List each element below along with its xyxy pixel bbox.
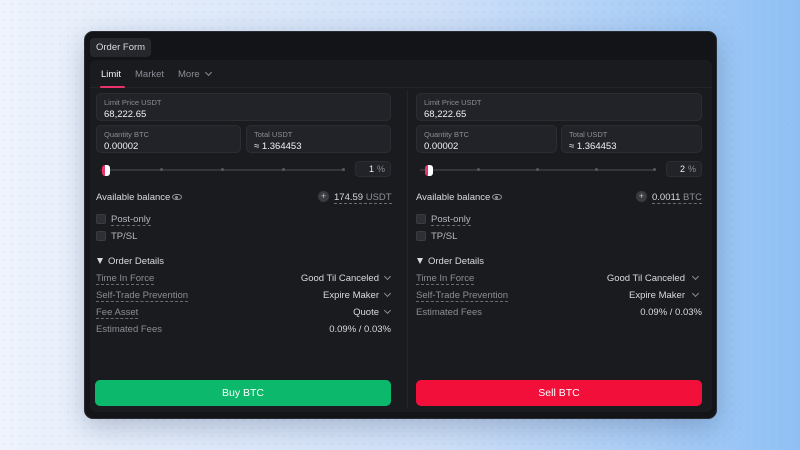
slider-step-dot — [282, 168, 285, 171]
post-only-label[interactable]: Post-only — [431, 214, 471, 226]
buy-quantity-label: Quantity BTC — [104, 130, 150, 139]
sell-quantity-label: Quantity BTC — [424, 130, 470, 139]
buy-time-in-force-label: Time In Force — [96, 273, 155, 285]
sell-stp-label: Self-Trade Prevention — [416, 290, 509, 302]
buy-limit-price-field[interactable]: Limit Price USDT 68,222.65 — [96, 93, 391, 121]
sell-stp-select[interactable]: Expire Maker — [629, 290, 685, 301]
sell-balance-unit: BTC — [683, 192, 702, 203]
buy-balance-value[interactable]: 174.59 USDT — [334, 192, 392, 204]
buy-time-in-force-select[interactable]: Good Til Canceled — [301, 273, 379, 284]
buy-button[interactable]: Buy BTC — [95, 380, 391, 406]
sell-quantity-value: 0.00002 — [424, 141, 459, 152]
sell-time-in-force-select[interactable]: Good Til Canceled — [607, 273, 685, 284]
sell-estimated-fees-label: Estimated Fees — [416, 307, 482, 318]
sell-available-balance-label: Available balance — [416, 192, 491, 203]
buy-total-field[interactable]: Total USDT ≈ 1.364453 — [246, 125, 391, 153]
tpsl-checkbox[interactable] — [416, 231, 426, 241]
caret-down-icon[interactable] — [417, 258, 423, 264]
sell-total-field[interactable]: Total USDT ≈ 1.364453 — [561, 125, 702, 153]
sell-percent-value: 2 — [679, 164, 685, 174]
chevron-down-icon[interactable] — [383, 272, 392, 281]
sell-percent-input[interactable]: 2 % — [666, 161, 702, 177]
buy-estimated-fees-value: 0.09% / 0.03% — [329, 324, 391, 335]
tpsl-label[interactable]: TP/SL — [431, 231, 457, 242]
buy-stp-label: Self-Trade Prevention — [96, 290, 189, 302]
chevron-down-icon[interactable] — [383, 289, 392, 298]
buy-fee-asset-label: Fee Asset — [96, 307, 139, 319]
buy-percent-value: 1 — [368, 164, 374, 174]
buy-total-value: ≈ 1.364453 — [254, 141, 302, 152]
sell-time-in-force-label: Time In Force — [416, 273, 475, 285]
buy-stp-select[interactable]: Expire Maker — [323, 290, 379, 301]
chevron-down-icon[interactable] — [691, 289, 700, 298]
buy-column: Limit Price USDT 68,222.65 Quantity BTC … — [90, 60, 407, 412]
buy-limit-price-value: 68,222.65 — [104, 109, 147, 120]
sell-amount-slider[interactable] — [420, 164, 656, 176]
slider-step-dot — [536, 168, 539, 171]
sell-total-value: ≈ 1.364453 — [569, 141, 617, 152]
buy-quantity-field[interactable]: Quantity BTC 0.00002 — [96, 125, 241, 153]
post-only-checkbox[interactable] — [96, 214, 106, 224]
slider-step-dot — [477, 168, 480, 171]
buy-balance-unit: USDT — [365, 192, 392, 203]
slider-step-dot — [342, 168, 345, 171]
sell-limit-price-value: 68,222.65 — [424, 109, 467, 120]
sell-quantity-field[interactable]: Quantity BTC 0.00002 — [416, 125, 557, 153]
buy-amount-slider[interactable] — [100, 164, 345, 176]
post-only-label[interactable]: Post-only — [111, 214, 151, 226]
eye-icon[interactable] — [172, 194, 182, 200]
sell-estimated-fees-value: 0.09% / 0.03% — [640, 307, 702, 318]
buy-quantity-value: 0.00002 — [104, 141, 139, 152]
plus-icon[interactable]: + — [318, 191, 329, 202]
buy-estimated-fees-label: Estimated Fees — [96, 324, 162, 335]
tpsl-checkbox[interactable] — [96, 231, 106, 241]
buy-percent-unit: % — [376, 164, 385, 174]
column-divider — [407, 90, 408, 408]
sell-percent-unit: % — [687, 164, 696, 174]
sell-limit-price-field[interactable]: Limit Price USDT 68,222.65 — [416, 93, 702, 121]
buy-percent-input[interactable]: 1 % — [355, 161, 391, 177]
sell-limit-price-label: Limit Price USDT — [424, 98, 482, 107]
eye-icon[interactable] — [492, 194, 502, 200]
buy-total-label: Total USDT — [254, 130, 293, 139]
slider-step-dot — [221, 168, 224, 171]
sell-balance-value[interactable]: 0.0011 BTC — [652, 192, 702, 204]
caret-down-icon[interactable] — [97, 258, 103, 264]
slider-step-dot — [653, 168, 656, 171]
buy-limit-price-label: Limit Price USDT — [104, 98, 162, 107]
window-title-tab[interactable]: Order Form — [90, 38, 152, 57]
buy-fee-asset-select[interactable]: Quote — [353, 307, 379, 318]
buy-balance-amount: 174.59 — [334, 192, 364, 203]
plus-icon[interactable]: + — [636, 191, 647, 202]
slider-step-dot — [595, 168, 598, 171]
sell-slider-thumb[interactable] — [424, 164, 433, 176]
tpsl-label[interactable]: TP/SL — [111, 231, 137, 242]
order-form-panel: Limit Market More Limit Price USDT 68,22… — [90, 60, 712, 412]
sell-balance-amount: 0.0011 — [652, 192, 681, 203]
sell-total-label: Total USDT — [569, 130, 608, 139]
buy-order-details-toggle[interactable]: Order Details — [108, 256, 164, 267]
buy-slider-thumb[interactable] — [102, 164, 111, 176]
order-form-window: Order Form Limit Market More Limit Price… — [84, 31, 717, 419]
sell-column: Limit Price USDT 68,222.65 Quantity BTC … — [410, 60, 712, 412]
chevron-down-icon[interactable] — [691, 272, 700, 281]
sell-order-details-toggle[interactable]: Order Details — [428, 256, 484, 267]
chevron-down-icon[interactable] — [383, 306, 392, 315]
buy-available-balance-label: Available balance — [96, 192, 171, 203]
sell-button[interactable]: Sell BTC — [416, 380, 702, 406]
slider-step-dot — [160, 168, 163, 171]
post-only-checkbox[interactable] — [416, 214, 426, 224]
